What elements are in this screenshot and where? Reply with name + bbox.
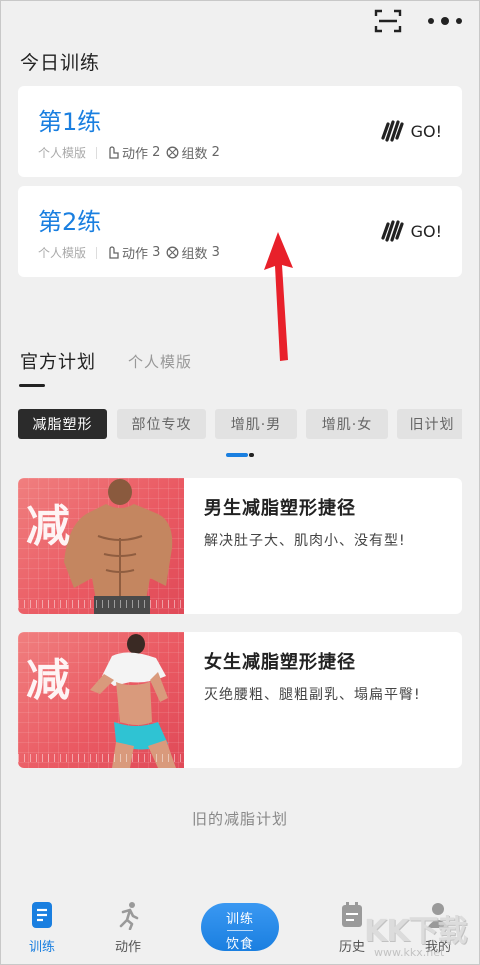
watermark-logo: KK下载 www.kkx.net bbox=[362, 904, 472, 962]
today-training-title: 今日训练 bbox=[20, 52, 101, 74]
exercise-icon bbox=[109, 246, 119, 259]
workout-meta: 个人模版 动作 3 组数 3 bbox=[38, 243, 226, 262]
more-options-icon[interactable] bbox=[428, 10, 462, 32]
nav-label: 动作 bbox=[114, 940, 141, 955]
exercise-icon bbox=[109, 146, 119, 159]
go-button[interactable]: GO! bbox=[379, 220, 442, 242]
actions-count: 3 bbox=[152, 245, 161, 260]
workout-title: 第2练 bbox=[38, 208, 102, 236]
dumbbell-icon bbox=[380, 220, 404, 242]
tab-official-plans[interactable]: 官方计划 bbox=[20, 348, 96, 374]
go-label: GO! bbox=[410, 221, 442, 241]
plan-badge: 减 bbox=[26, 655, 70, 706]
plan-image-male: 减 bbox=[18, 478, 184, 614]
category-chips: 减脂塑形 部位专攻 增肌·男 增肌·女 旧计划 bbox=[18, 409, 462, 440]
sets-count: 2 bbox=[211, 145, 220, 160]
workout-template-label: 个人模版 bbox=[38, 146, 87, 160]
plan-card[interactable]: 减 女生减脂塑形捷径 灭绝腰粗、腿粗副乳、塌扁平臀! bbox=[18, 632, 462, 768]
workout-card[interactable]: 第1练 个人模版 动作 2 组数 2 GO! bbox=[18, 86, 462, 177]
active-tab-indicator bbox=[19, 384, 45, 387]
watermark-url: www.kkx.net bbox=[374, 946, 445, 959]
actions-label: 动作 bbox=[122, 147, 149, 162]
workout-card[interactable]: 第2练 个人模版 动作 3 组数 3 GO! bbox=[18, 186, 462, 277]
workout-template-label: 个人模版 bbox=[38, 246, 87, 260]
dumbbell-icon bbox=[380, 120, 404, 142]
plan-title: 女生减脂塑形捷径 bbox=[204, 652, 356, 673]
plan-card[interactable]: 减 男生减脂塑形捷径 解决肚子大、肌肉小、没有型! bbox=[18, 478, 462, 614]
top-bar bbox=[0, 0, 480, 44]
sets-icon bbox=[167, 246, 179, 259]
sets-label: 组数 bbox=[181, 147, 208, 162]
go-button[interactable]: GO! bbox=[379, 120, 442, 142]
workout-sets-stat: 组数 2 bbox=[166, 143, 220, 162]
actions-count: 2 bbox=[152, 145, 161, 160]
plan-description: 灭绝腰粗、腿粗副乳、塌扁平臀! bbox=[204, 687, 421, 703]
workout-sets-stat: 组数 3 bbox=[166, 243, 220, 262]
divider bbox=[96, 246, 98, 259]
chips-scroll-indicator bbox=[226, 453, 256, 457]
sets-count: 3 bbox=[211, 245, 220, 260]
watermark-text: KK下载 bbox=[364, 914, 467, 949]
center-label-bottom: 饮食 bbox=[225, 937, 254, 952]
actions-label: 动作 bbox=[122, 247, 149, 262]
workout-actions-stat: 动作 3 bbox=[107, 243, 160, 262]
running-icon bbox=[119, 902, 139, 930]
nav-label: 训练 bbox=[28, 940, 55, 955]
chip-fat-loss[interactable]: 减脂塑形 bbox=[18, 409, 107, 439]
workout-meta: 个人模版 动作 2 组数 2 bbox=[38, 143, 226, 162]
center-label-top: 训练 bbox=[225, 912, 254, 927]
divider bbox=[96, 146, 98, 159]
chip-muscle-female[interactable]: 增肌·女 bbox=[306, 409, 388, 439]
workout-title: 第1练 bbox=[38, 108, 102, 136]
chip-body-parts[interactable]: 部位专攻 bbox=[117, 409, 206, 439]
tab-personal-templates[interactable]: 个人模版 bbox=[128, 351, 192, 372]
go-label: GO! bbox=[410, 121, 442, 141]
old-fat-loss-plans-link[interactable]: 旧的减脂计划 bbox=[0, 808, 480, 829]
plan-title: 男生减脂塑形捷径 bbox=[204, 498, 356, 519]
scan-icon[interactable] bbox=[374, 8, 402, 34]
training-diet-button[interactable]: 训练 饮食 bbox=[201, 903, 279, 952]
plan-badge: 减 bbox=[26, 501, 70, 552]
plan-image-female: 减 bbox=[18, 632, 184, 768]
workout-actions-stat: 动作 2 bbox=[107, 143, 160, 162]
plan-description: 解决肚子大、肌肉小、没有型! bbox=[204, 533, 406, 549]
chip-old-plans[interactable]: 旧计划 bbox=[397, 409, 462, 439]
document-icon bbox=[32, 902, 52, 928]
nav-item-actions[interactable]: 动作 bbox=[98, 884, 158, 955]
sets-label: 组数 bbox=[181, 247, 208, 262]
nav-item-training[interactable]: 训练 bbox=[12, 884, 72, 955]
sets-icon bbox=[167, 146, 179, 159]
annotation-arrow-icon bbox=[264, 232, 293, 361]
chip-muscle-male[interactable]: 增肌·男 bbox=[215, 409, 297, 439]
